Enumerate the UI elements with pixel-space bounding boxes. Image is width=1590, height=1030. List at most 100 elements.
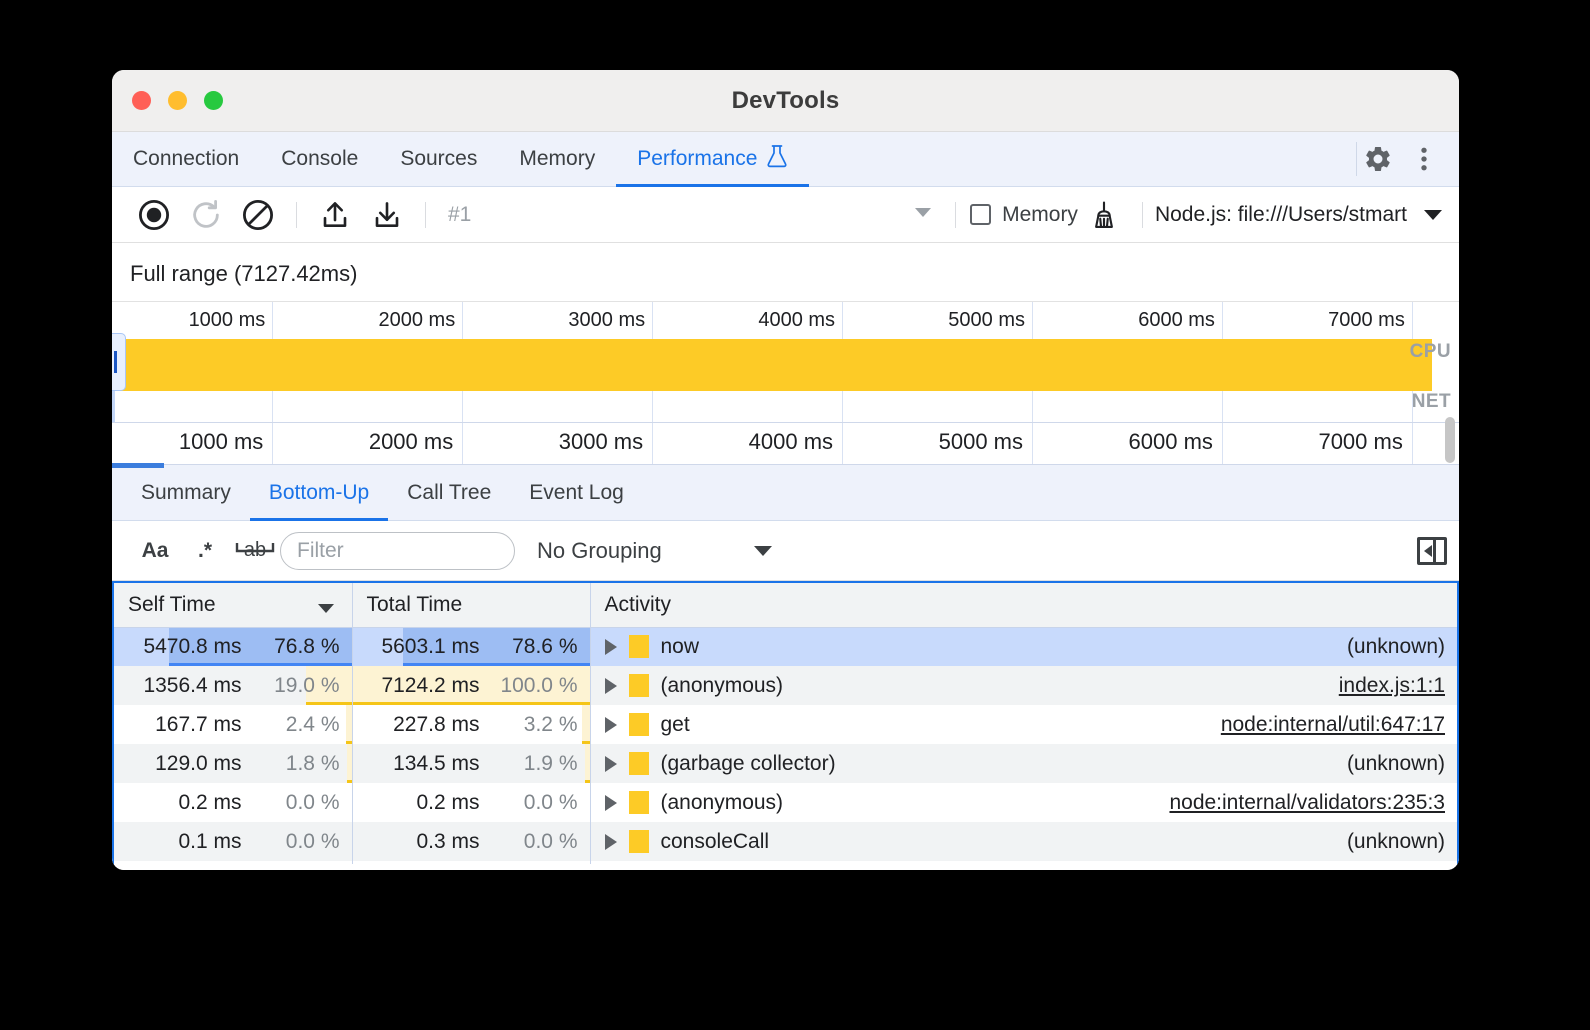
target-dropdown-caret[interactable]	[1407, 193, 1459, 237]
tab-performance[interactable]: Performance	[616, 132, 809, 186]
window-title: DevTools	[112, 87, 1459, 115]
tick-label: 4000 ms	[758, 309, 835, 332]
reload-icon[interactable]	[180, 193, 232, 237]
memory-checkbox-group[interactable]: Memory	[970, 203, 1078, 227]
record-icon[interactable]	[128, 193, 180, 237]
more-vertical-icon[interactable]	[1403, 138, 1445, 180]
cell-activity: (anonymous) index.js:1:1	[590, 666, 1457, 705]
activity-source-link[interactable]: index.js:1:1	[1339, 674, 1445, 698]
activity-color-swatch	[629, 713, 649, 736]
tab-connection-label: Connection	[133, 147, 239, 171]
toolbar-divider-2	[425, 202, 426, 228]
tabbar-spacer	[809, 132, 1356, 186]
tab-bottom-up[interactable]: Bottom-Up	[250, 465, 388, 520]
tab-event-log[interactable]: Event Log	[510, 465, 643, 520]
cell-activity: (anonymous) node:internal/validators:235…	[590, 783, 1457, 822]
activity-source: (unknown)	[1347, 752, 1445, 776]
total-time-percent: 78.6 %	[492, 635, 578, 659]
tick-label: 5000 ms	[939, 429, 1023, 455]
tab-connection[interactable]: Connection	[112, 132, 260, 186]
download-icon[interactable]	[361, 193, 413, 237]
cell-self-time: 1356.4 ms 19.0 %	[114, 666, 352, 705]
activity-source-link[interactable]: node:internal/util:647:17	[1221, 713, 1445, 737]
total-time-percent: 0.0 %	[492, 830, 578, 854]
tick-label: 1000 ms	[179, 429, 263, 455]
expand-triangle-icon[interactable]	[605, 639, 617, 655]
activity-name: (anonymous)	[661, 674, 784, 698]
activity-color-swatch	[629, 635, 649, 658]
column-header-activity-label: Activity	[605, 593, 672, 616]
table-bottom-edge	[112, 864, 1459, 870]
grouping-label: No Grouping	[537, 538, 662, 564]
activity-source: (unknown)	[1347, 830, 1445, 854]
total-time-value: 7124.2 ms	[381, 674, 479, 698]
total-time-value: 5603.1 ms	[381, 635, 479, 659]
activity-name: consoleCall	[661, 830, 770, 854]
self-time-value: 0.1 ms	[178, 830, 241, 854]
tab-memory[interactable]: Memory	[498, 132, 616, 186]
target-selector-label[interactable]: Node.js: file:///Users/stmart	[1155, 203, 1407, 227]
expand-triangle-icon[interactable]	[605, 834, 617, 850]
detail-view-tabbar: Summary Bottom-Up Call Tree Event Log	[112, 465, 1459, 521]
tick-label: 3000 ms	[568, 309, 645, 332]
gear-icon[interactable]	[1357, 138, 1399, 180]
total-time-value: 0.3 ms	[416, 830, 479, 854]
expand-triangle-icon[interactable]	[605, 795, 617, 811]
activity-name: now	[661, 635, 700, 659]
column-header-self-time[interactable]: Self Time	[114, 583, 352, 627]
devtools-tabbar: Connection Console Sources Memory Perfor…	[112, 132, 1459, 187]
tick-label: 6000 ms	[1138, 309, 1215, 332]
match-case-icon[interactable]: Aa	[130, 530, 180, 572]
clear-icon[interactable]	[232, 193, 284, 237]
activity-color-swatch	[629, 674, 649, 697]
session-dropdown-caret[interactable]	[913, 205, 933, 224]
cell-total-time: 134.5 ms 1.9 %	[352, 744, 590, 783]
table-row[interactable]: 167.7 ms 2.4 % 227.8 ms 3.2 %	[114, 705, 1457, 744]
column-header-activity[interactable]: Activity	[590, 583, 1457, 627]
session-selector-label[interactable]: #1	[448, 203, 471, 227]
expand-triangle-icon[interactable]	[605, 717, 617, 733]
broom-icon[interactable]	[1078, 193, 1130, 237]
range-selection-handle-left[interactable]	[112, 333, 126, 391]
tab-summary[interactable]: Summary	[122, 465, 250, 520]
tick-label: 7000 ms	[1318, 429, 1402, 455]
expand-triangle-icon[interactable]	[605, 756, 617, 772]
net-label: NET	[1412, 391, 1451, 413]
tick-label: 7000 ms	[1328, 309, 1405, 332]
tab-sources[interactable]: Sources	[379, 132, 498, 186]
regex-icon[interactable]: .*	[180, 530, 230, 572]
self-time-value: 129.0 ms	[155, 752, 241, 776]
self-time-percent: 0.0 %	[254, 791, 340, 815]
upload-icon[interactable]	[309, 193, 361, 237]
expand-triangle-icon[interactable]	[605, 678, 617, 694]
table-row[interactable]: 1356.4 ms 19.0 % 7124.2 ms 100.0 %	[114, 666, 1457, 705]
table-row[interactable]: 5470.8 ms 76.8 % 5603.1 ms 78.6 %	[114, 627, 1457, 666]
table-row[interactable]: 0.1 ms 0.0 % 0.3 ms 0.0 %	[114, 822, 1457, 861]
total-time-percent: 3.2 %	[492, 713, 578, 737]
vertical-scrollbar-thumb[interactable]	[1445, 417, 1455, 463]
memory-checkbox[interactable]	[970, 204, 991, 225]
sidebar-toggle-icon[interactable]	[1417, 537, 1447, 565]
tab-bottom-up-label: Bottom-Up	[269, 481, 369, 505]
cell-activity: consoleCall (unknown)	[590, 822, 1457, 861]
column-header-total-time[interactable]: Total Time	[352, 583, 590, 627]
whole-word-icon[interactable]: ab	[230, 530, 280, 572]
sort-caret-icon	[316, 597, 336, 621]
cell-total-time: 0.3 ms 0.0 %	[352, 822, 590, 861]
activity-source: (unknown)	[1347, 635, 1445, 659]
search-input[interactable]	[280, 532, 515, 570]
tab-console[interactable]: Console	[260, 132, 379, 186]
net-track[interactable]: NET	[112, 391, 1459, 423]
table-row[interactable]: 129.0 ms 1.8 % 134.5 ms 1.9 %	[114, 744, 1457, 783]
cell-total-time: 0.2 ms 0.0 %	[352, 783, 590, 822]
activity-color-swatch	[629, 752, 649, 775]
tab-console-label: Console	[281, 147, 358, 171]
table-row[interactable]: 0.2 ms 0.0 % 0.2 ms 0.0 %	[114, 783, 1457, 822]
table-empty-row	[114, 861, 1457, 864]
cpu-track[interactable]: CPU	[112, 339, 1459, 391]
tab-call-tree[interactable]: Call Tree	[388, 465, 510, 520]
self-time-percent: 19.0 %	[254, 674, 340, 698]
grouping-dropdown[interactable]: No Grouping	[537, 538, 774, 564]
tab-sources-label: Sources	[400, 147, 477, 171]
activity-source-link[interactable]: node:internal/validators:235:3	[1169, 791, 1445, 815]
